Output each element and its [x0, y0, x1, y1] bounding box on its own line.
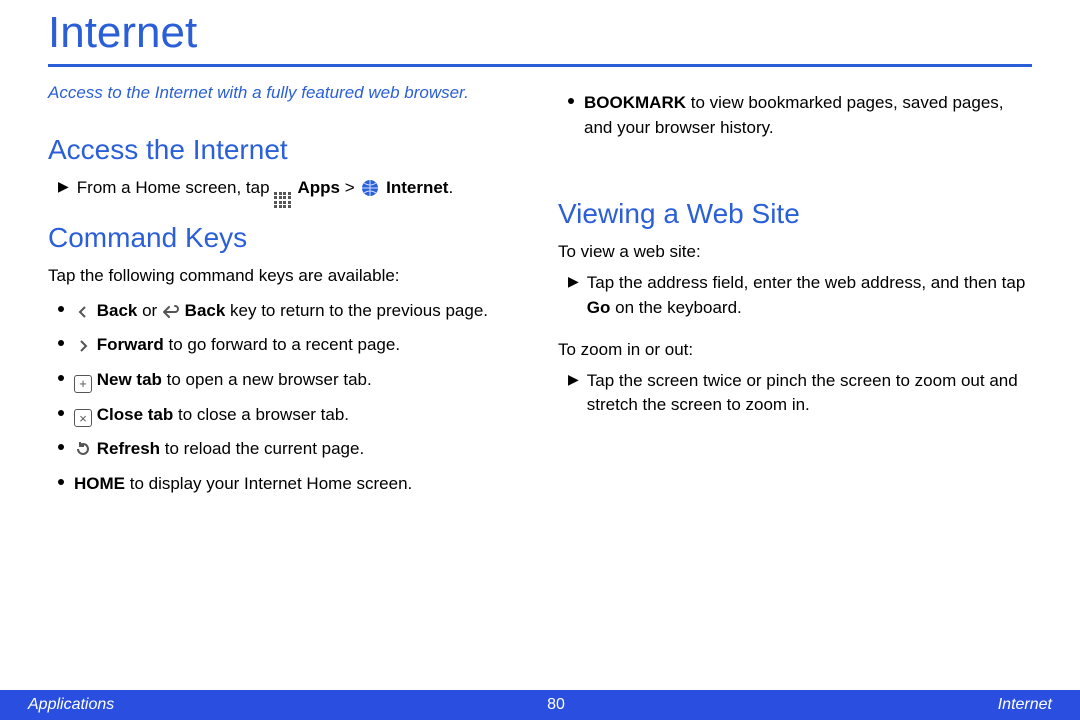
cmd-back-label: Back [97, 301, 138, 320]
step1-b: on the keyboard. [610, 298, 741, 317]
internet-label: Internet [386, 178, 448, 197]
bullet-icon [568, 98, 574, 104]
bullet-icon [58, 306, 64, 312]
section-command-heading: Command Keys [48, 222, 522, 254]
access-step: ▶ From a Home screen, tap Apps > Interne… [58, 176, 522, 209]
page-footer: Applications 80 Internet [0, 690, 1080, 720]
play-icon: ▶ [58, 179, 69, 193]
access-text-prefix: From a Home screen, tap [77, 178, 274, 197]
command-list: Back or Back key to return to the previo… [58, 299, 522, 497]
play-icon: ▶ [568, 372, 579, 386]
title-rule [48, 64, 1032, 67]
bullet-icon [58, 410, 64, 416]
list-item: Back or Back key to return to the previo… [58, 299, 522, 324]
section-viewing-heading: Viewing a Web Site [558, 198, 1032, 230]
cmd-forward-label: Forward [97, 335, 164, 354]
apps-label: Apps [297, 178, 340, 197]
cmd-closetab-label: Close tab [97, 405, 174, 424]
cmd-tail: to go forward to a recent page. [164, 335, 400, 354]
list-item: BOOKMARK to view bookmarked pages, saved… [568, 91, 1032, 140]
viewing-p1: To view a web site: [558, 240, 1032, 265]
footer-left: Applications [28, 696, 114, 714]
cmd-tail: to close a browser tab. [173, 405, 349, 424]
command-lead: Tap the following command keys are avail… [48, 264, 522, 289]
close-icon: × [74, 409, 92, 427]
cmd-back2-label: Back [185, 301, 226, 320]
cmd-tail: to display your Internet Home screen. [125, 474, 412, 493]
plus-icon: + [74, 375, 92, 393]
bullet-icon [58, 375, 64, 381]
list-item: HOME to display your Internet Home scree… [58, 472, 522, 497]
access-sep: > [345, 178, 360, 197]
cmd-tail: to reload the current page. [160, 439, 364, 458]
play-icon: ▶ [568, 274, 579, 288]
back-arrow-icon [162, 303, 180, 321]
footer-right: Internet [998, 696, 1052, 714]
back-chevron-icon [74, 303, 92, 321]
bullet-icon [58, 444, 64, 450]
forward-chevron-icon [74, 337, 92, 355]
cmd-mid: or [137, 301, 162, 320]
cmd-refresh-label: Refresh [97, 439, 160, 458]
list-item: + New tab to open a new browser tab. [58, 368, 522, 393]
list-item: Refresh to reload the current page. [58, 437, 522, 462]
viewing-step2: ▶ Tap the screen twice or pinch the scre… [568, 369, 1032, 418]
globe-icon [361, 179, 379, 197]
section-access-heading: Access the Internet [48, 134, 522, 166]
bullet-icon [58, 479, 64, 485]
step1-go: Go [587, 298, 611, 317]
bookmark-list: BOOKMARK to view bookmarked pages, saved… [568, 91, 1032, 140]
cmd-home-label: HOME [74, 474, 125, 493]
bookmark-label: BOOKMARK [584, 93, 686, 112]
step2-text: Tap the screen twice or pinch the screen… [587, 369, 1032, 418]
cmd-newtab-label: New tab [97, 370, 162, 389]
step1-a: Tap the address field, enter the web add… [587, 273, 1026, 292]
access-period: . [448, 178, 453, 197]
viewing-p2: To zoom in or out: [558, 338, 1032, 363]
viewing-step1: ▶ Tap the address field, enter the web a… [568, 271, 1032, 320]
footer-page-number: 80 [547, 696, 565, 714]
refresh-icon [74, 440, 92, 458]
apps-icon [274, 192, 291, 209]
page-title: Internet [48, 0, 1032, 64]
cmd-tail: to open a new browser tab. [162, 370, 372, 389]
cmd-tail: key to return to the previous page. [225, 301, 488, 320]
list-item: Forward to go forward to a recent page. [58, 333, 522, 358]
bullet-icon [58, 340, 64, 346]
intro-text: Access to the Internet with a fully feat… [48, 81, 522, 106]
list-item: × Close tab to close a browser tab. [58, 403, 522, 428]
